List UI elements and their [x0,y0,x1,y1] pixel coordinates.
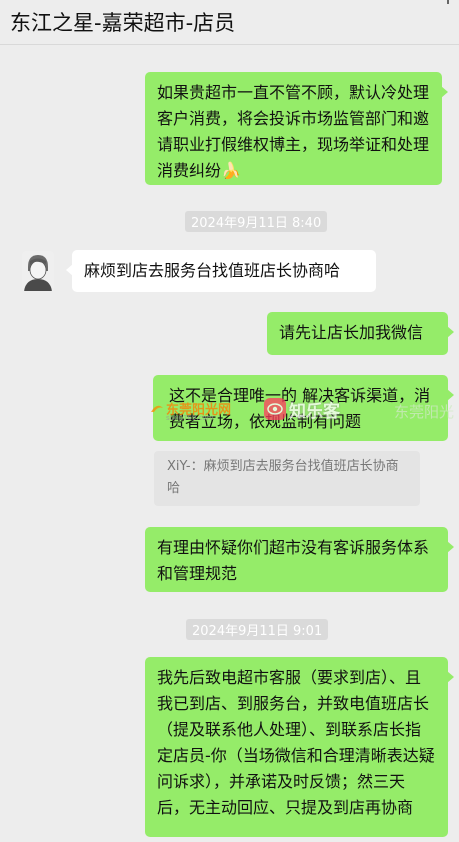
more-icon[interactable] [447,0,449,4]
message-bubble-sent[interactable]: 我先后致电超市客服（要求到店）、且我已到店、到服务台，并致电值班店长（提及联系他… [145,657,454,837]
quoted-message[interactable]: XiY-：麻烦到店去服务台找值班店长协商哈 [154,451,420,506]
timestamp: 2024年9月11日 9:01 [186,619,329,640]
timestamp: 2024年9月11日 8:40 [185,211,328,232]
message-bubble-sent[interactable]: 有理由怀疑你们超市没有客诉服务体系和管理规范 [145,527,454,592]
message-text: 有理由怀疑你们超市没有客诉服务体系和管理规范 [157,538,430,583]
chat-header: 东江之星-嘉荣超市-店员 [0,0,459,45]
eye-logo-icon [264,398,286,420]
message-text: 我先后致电超市客服（要求到店）、且我已到店、到服务台，并致电值班店长（提及联系他… [157,668,435,817]
message-text: 麻烦到店去服务台找值班店长协商哈 [84,261,341,280]
message-text: 请先让店长加我微信 [279,323,424,342]
message-bubble-sent[interactable]: 如果贵超市一直不管不顾，默认冷处理客户消费，将会投诉市场监管部门和邀请职业打假维… [145,72,448,185]
watermark: 东莞阳光网 sun0769.com 知乐客 东莞阳光 [150,393,459,427]
avatar-image [22,251,54,291]
chat-title: 东江之星-嘉荣超市-店员 [10,11,236,35]
sun-logo-icon [151,405,163,412]
quoted-text: XiY-：麻烦到店去服务台找值班店长协商哈 [167,459,399,496]
banana-emoji: 🍌 [221,161,241,180]
watermark-url: sun0769.com [166,414,214,422]
avatar[interactable] [22,251,54,291]
watermark-brand: 东莞阳光 [394,403,455,421]
message-text: 如果贵超市一直不管不顾，默认冷处理客户消费，将会投诉市场监管部门和邀请职业打假维… [157,83,430,180]
message-bubble-received[interactable]: 麻烦到店去服务台找值班店长协商哈 [66,250,376,292]
message-bubble-sent[interactable]: 请先让店长加我微信 [267,312,454,355]
watermark-brand: 知乐客 [289,402,340,422]
